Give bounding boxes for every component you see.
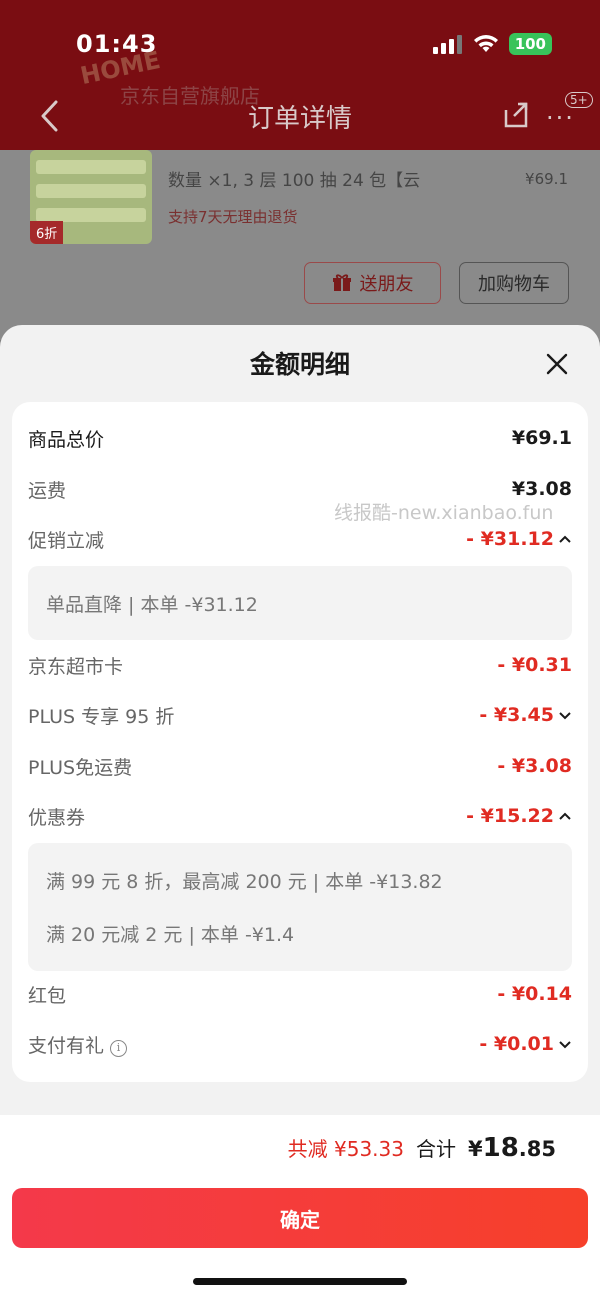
row-value: - ¥15.22	[466, 805, 554, 827]
status-icons: 100	[432, 33, 552, 55]
row-value-wrap: - ¥15.22	[466, 805, 572, 827]
row-payment-gift[interactable]: 支付有礼 i - ¥0.01	[28, 1026, 572, 1062]
footer-bar: 共减 ¥53.33 合计 ¥18.85 确定	[0, 1115, 600, 1300]
row-label: 商品总价	[28, 428, 105, 451]
row-label: 红包	[28, 984, 67, 1007]
sheet-title: 金额明细	[249, 350, 350, 379]
row-label: PLUS免运费	[28, 756, 133, 779]
row-value: ¥69.1	[511, 427, 572, 449]
info-icon[interactable]: i	[110, 1039, 128, 1057]
wifi-icon	[473, 35, 498, 52]
total-currency: ¥	[467, 1137, 483, 1161]
product-image[interactable]: 6折	[30, 150, 152, 244]
total-reduction: 共减 ¥53.33	[287, 1137, 404, 1161]
watermark-text: 线报酷-new.xianbao.fun	[334, 502, 554, 524]
total-integer: 18	[482, 1133, 519, 1163]
row-value: - ¥31.12	[466, 528, 554, 550]
row-plus-free-shipping: PLUS免运费 - ¥3.08	[28, 748, 572, 784]
home-indicator[interactable]	[193, 1278, 407, 1285]
row-value: - ¥0.14	[497, 983, 572, 1005]
more-badge: 5+	[565, 92, 593, 108]
share-icon[interactable]	[502, 100, 530, 130]
promotion-detail-line: 单品直降 | 本单 -¥31.12	[46, 594, 258, 616]
product-price: ¥69.1	[525, 170, 568, 188]
row-promotion[interactable]: 促销立减 - ¥31.12	[28, 521, 572, 557]
row-value-wrap: - ¥3.45	[479, 704, 572, 726]
discount-tag: 6折	[30, 221, 64, 244]
total-decimal: .85	[518, 1137, 556, 1161]
gift-icon	[332, 274, 351, 291]
coupon-detail-box: 满 99 元 8 折，最高减 200 元 | 本单 -¥13.82 满 20 元…	[28, 843, 572, 971]
row-value: - ¥3.45	[479, 704, 554, 726]
total-label: 合计	[415, 1137, 456, 1161]
row-value-wrap: - ¥31.12	[466, 528, 572, 550]
row-label: PLUS 专享 95 折	[28, 705, 175, 728]
promotion-detail-box: 单品直降 | 本单 -¥31.12	[28, 566, 572, 640]
more-options-icon[interactable]: ···	[546, 104, 575, 132]
row-red-packet: 红包 - ¥0.14	[28, 976, 572, 1012]
row-value: - ¥0.31	[497, 654, 572, 676]
chevron-down-icon[interactable]	[558, 1039, 572, 1049]
send-to-friend-button[interactable]: 送朋友	[304, 262, 441, 304]
send-to-friend-label: 送朋友	[359, 274, 414, 295]
row-coupon[interactable]: 优惠券 - ¥15.22	[28, 798, 572, 834]
total-amount: ¥18.85	[468, 1133, 556, 1163]
coupon-detail-line: 满 99 元 8 折，最高减 200 元 | 本单 -¥13.82	[46, 871, 443, 893]
row-goods-total: 商品总价 ¥69.1	[28, 420, 572, 456]
price-summary: 共减 ¥53.33 合计 ¥18.85	[288, 1133, 556, 1163]
row-label: 运费	[28, 479, 67, 502]
close-icon[interactable]	[542, 349, 572, 379]
row-plus-discount[interactable]: PLUS 专享 95 折 - ¥3.45	[28, 697, 572, 733]
order-detail-page-background: 01:43 100 HOME 京东自营旗舰店 订单详情 ··· 5+ 6折 数量…	[0, 0, 600, 340]
row-label: 促销立减	[28, 529, 105, 552]
chevron-up-icon[interactable]	[558, 534, 572, 544]
chevron-up-icon[interactable]	[558, 811, 572, 821]
row-supermarket-card: 京东超市卡 - ¥0.31	[28, 647, 572, 683]
product-spec: 数量 ×1, 3 层 100 抽 24 包【云	[168, 171, 421, 191]
chevron-down-icon[interactable]	[558, 710, 572, 720]
row-value: - ¥3.08	[497, 755, 572, 777]
battery-indicator: 100	[508, 33, 552, 55]
row-value-wrap: - ¥0.01	[479, 1033, 572, 1055]
row-label: 支付有礼	[28, 1034, 105, 1057]
row-label-wrap: 支付有礼 i	[28, 1031, 128, 1058]
row-label: 京东超市卡	[28, 655, 124, 678]
add-to-cart-button[interactable]: 加购物车	[459, 262, 569, 304]
return-policy: 支持7天无理由退货	[168, 208, 298, 226]
row-value: ¥3.08	[511, 478, 572, 500]
row-label: 优惠券	[28, 806, 86, 829]
signal-icon	[432, 35, 462, 54]
confirm-button[interactable]: 确定	[12, 1188, 588, 1248]
row-value: - ¥0.01	[479, 1033, 554, 1055]
coupon-detail-line: 满 20 元减 2 元 | 本单 -¥1.4	[46, 924, 295, 946]
